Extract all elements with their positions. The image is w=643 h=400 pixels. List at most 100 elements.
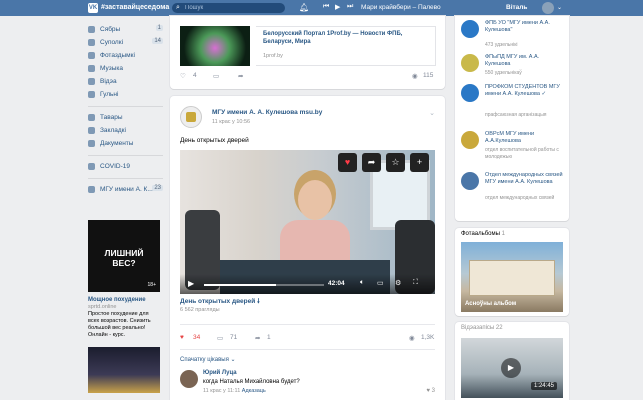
group-name[interactable]: ФПыПД МГУ им. А.А. Кулешова (485, 54, 565, 68)
post-text: День открытых дверей (180, 137, 249, 144)
ad-image-2[interactable] (88, 347, 160, 393)
commenter-avatar[interactable] (180, 370, 198, 388)
post-author[interactable]: МГУ имени А. А. Кулешова msu.by (212, 109, 322, 116)
heart-icon[interactable]: ♥ (180, 334, 184, 341)
friends-count-badge: 1 (155, 25, 163, 31)
video-progress[interactable] (204, 284, 324, 286)
advertisement[interactable]: ЛИШНИЙ ВЕС? 18+ Мощное похудение sprtd.o… (88, 220, 160, 393)
group-name[interactable]: ОВРсМ МГУ имени А.А.Кулешова (485, 131, 565, 145)
group-avatar[interactable] (461, 172, 479, 190)
play-icon[interactable]: ▶ (335, 3, 340, 11)
divider (88, 106, 163, 107)
comment-time[interactable]: 11 крас у 11:11 (203, 388, 240, 394)
like-count: 4 (193, 72, 197, 79)
header-hashtag[interactable]: #заставайцеседома (101, 4, 169, 11)
share-icon[interactable]: ➦ (362, 153, 381, 172)
next-track-icon[interactable]: ⏭ (347, 3, 353, 11)
group-item[interactable]: ФПыПД МГУ им. А.А. Кулешова 550 удзельні… (461, 54, 565, 84)
bell-icon[interactable]: 🔔︎ (299, 3, 309, 12)
star-icon[interactable]: ☆ (386, 153, 405, 172)
user-name[interactable]: Віталь (506, 4, 527, 11)
video-thumb-duration: 1:24:45 (530, 382, 557, 390)
prev-track-icon[interactable]: ⏮ (323, 3, 329, 11)
vk-logo[interactable]: VK (88, 3, 98, 13)
comment-count: 71 (230, 334, 238, 341)
search-icon: ⌕ (176, 4, 180, 11)
current-track[interactable]: Мари крайвбери – Палево (361, 4, 441, 11)
group-name[interactable]: ПРОФКОМ СТУДЕНТОВ МГУ имени А.А. Кулешов… (485, 84, 565, 98)
video-controls: ▶ 42:04 🔈︎ ▭ ⚙ ⛶ (180, 274, 435, 294)
group-avatar[interactable] (461, 54, 479, 72)
link-title[interactable]: Белорусский Портал 1Prof.by — Новости ФП… (263, 30, 423, 46)
music-icon (88, 65, 95, 72)
add-icon[interactable]: + (410, 153, 429, 172)
video-player[interactable]: ♥ ➦ ☆ + ▶ 42:04 🔈︎ ▭ ⚙ ⛶ (180, 150, 435, 294)
search-input[interactable] (185, 3, 280, 13)
post-actions: ♥ 34 ▭ 71 ➦ 1 ◉ 1,3K (180, 334, 435, 346)
sidebar-nav: Сябры 1 Суполкі 14 Фотаздымкі Музыка Відэа… (88, 24, 163, 197)
chevron-down-icon[interactable]: ⌄ (557, 4, 562, 11)
post-actions: ♡ 4 ▭ ➦ ◉ 115 (180, 72, 435, 84)
videos-count: 22 (495, 325, 503, 331)
play-icon[interactable]: ▶ (188, 279, 194, 288)
more-options-icon[interactable]: ⌄ (429, 109, 435, 117)
link-thumbnail[interactable] (180, 26, 250, 66)
sidebar-item-covid[interactable]: COVID-19 (88, 161, 163, 174)
group-item[interactable]: Отдел международных связей МГУ имени А.А… (461, 172, 565, 217)
sidebar-item-music[interactable]: Музыка (88, 63, 163, 76)
videos-header[interactable]: Відэазапісы 22 (461, 325, 503, 331)
videos-widget: Відэазапісы 22 ▶ 1:24:45 (455, 322, 569, 400)
video-thumbnail[interactable]: ▶ 1:24:45 (461, 338, 563, 398)
sidebar-item-market[interactable]: Тавары (88, 112, 163, 125)
like-icon[interactable]: ♡ (180, 72, 186, 80)
user-avatar[interactable] (542, 2, 554, 14)
group-avatar[interactable] (461, 84, 479, 102)
album-caption[interactable]: Асноўны альбом (465, 301, 516, 307)
post-time[interactable]: 11 крас у 10:56 (212, 119, 250, 125)
ad-title[interactable]: Мощное похудение (88, 297, 160, 303)
author-avatar[interactable] (180, 106, 202, 128)
group-subtitle: отдел воспитательной работы с молодежью (485, 147, 559, 160)
sidebar-item-videos[interactable]: Відэа (88, 76, 163, 89)
photo-albums-header[interactable]: Фотаальбомы 1 (461, 231, 505, 237)
heart-icon[interactable]: ♥ (338, 153, 357, 172)
comment-like[interactable]: ♥ 3 (426, 388, 435, 394)
miniplayer-icon[interactable]: ▭ (377, 279, 384, 287)
group-item[interactable]: ФПБ УО "МГУ имени А.А. Кулешова" 473 удз… (461, 20, 565, 50)
play-icon[interactable]: ▶ (501, 358, 521, 378)
settings-icon[interactable]: ⚙ (395, 279, 401, 287)
ad-domain: sprtd.online (88, 304, 117, 310)
sidebar-item-groups[interactable]: Суполкі 14 (88, 37, 163, 50)
reply-link[interactable]: Адказаць (242, 388, 266, 394)
commenter-name[interactable]: Юрий Луца (203, 370, 237, 376)
sidebar-item-photos[interactable]: Фотаздымкі (88, 50, 163, 63)
share-icon[interactable]: ➦ (255, 334, 260, 342)
group-avatar[interactable] (461, 20, 479, 38)
ad-image[interactable]: ЛИШНИЙ ВЕС? 18+ (88, 220, 160, 292)
comment-sort-dropdown[interactable]: Спачатку цікавыя ⌄ (180, 356, 236, 363)
divider (88, 155, 163, 156)
fullscreen-icon[interactable]: ⛶ (413, 279, 418, 287)
group-name[interactable]: Отдел международных связей МГУ имени А.А… (485, 172, 565, 186)
sidebar-item-friends[interactable]: Сябры 1 (88, 24, 163, 37)
sidebar-item-games[interactable]: Гульні (88, 89, 163, 102)
view-count: 115 (423, 72, 434, 79)
ad-text: Простое похудение для всех возрастов. Сн… (88, 311, 151, 338)
group-name[interactable]: ФПБ УО "МГУ имени А.А. Кулешова" (485, 20, 565, 34)
group-avatar[interactable] (461, 131, 479, 149)
group-item[interactable]: ПРОФКОМ СТУДЕНТОВ МГУ имени А.А. Кулешов… (461, 84, 565, 129)
share-icon[interactable]: ➦ (238, 72, 243, 80)
sidebar-item-bookmarks[interactable]: Закладкі (88, 125, 163, 138)
group-subtitle: 473 удзельнікі (485, 42, 518, 48)
group-item[interactable]: ОВРсМ МГУ имени А.А.Кулешова отдел воспи… (461, 131, 565, 165)
search-box[interactable]: ⌕ (172, 3, 285, 13)
comment-icon[interactable]: ▭ (217, 334, 223, 342)
like-count: 34 (193, 334, 201, 341)
volume-icon[interactable]: 🔈︎ (360, 279, 364, 287)
comment-meta: 11 крас у 11:11 Адказаць (203, 388, 266, 394)
heart-icon[interactable]: ♥ (426, 388, 430, 394)
video-icon (88, 78, 95, 85)
sidebar-item-group[interactable]: МГУ имени А. К... 23 (88, 184, 163, 197)
sidebar-item-documents[interactable]: Дакументы (88, 138, 163, 151)
comment-icon[interactable]: ▭ (213, 72, 219, 80)
